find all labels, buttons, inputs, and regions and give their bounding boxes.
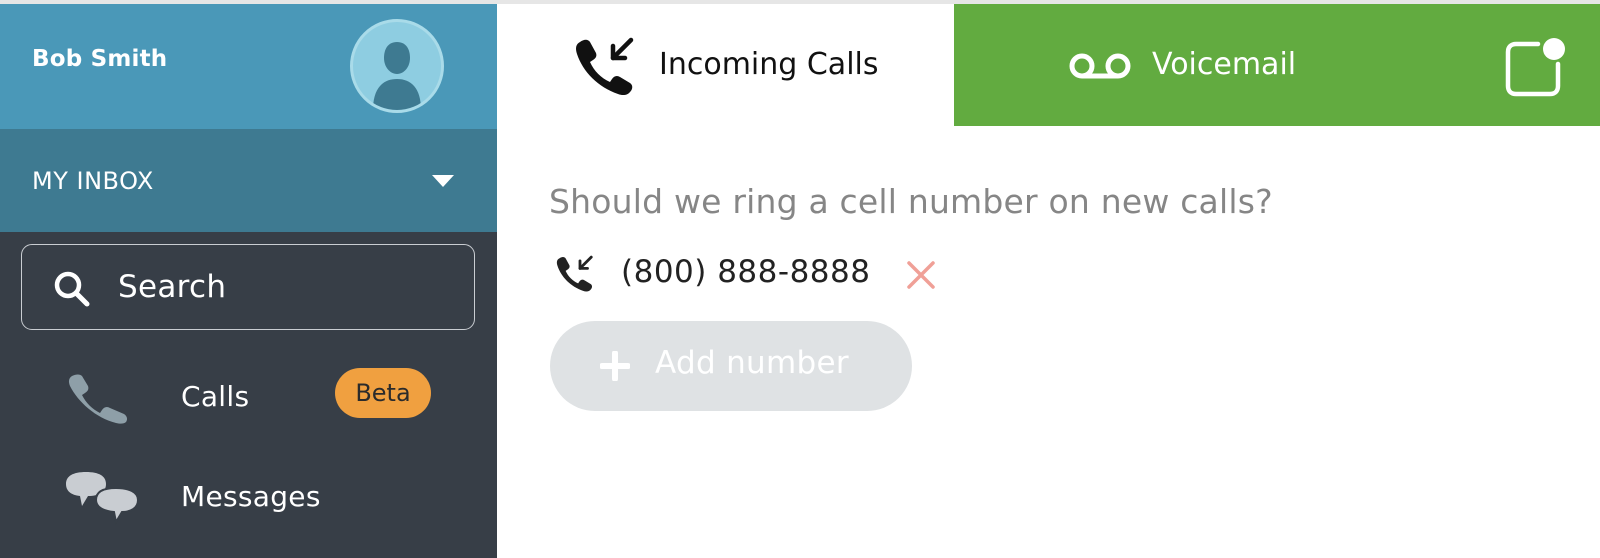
search-input[interactable]: Search — [21, 244, 475, 330]
incoming-call-icon — [556, 255, 593, 292]
user-name: Bob Smith — [32, 46, 168, 72]
add-number-label: Add number — [655, 345, 849, 381]
inbox-label: MY INBOX — [32, 167, 154, 195]
add-number-button[interactable]: Add number — [550, 321, 912, 411]
voicemail-icon — [1069, 53, 1131, 79]
notification-icon[interactable] — [1504, 36, 1568, 98]
incoming-call-icon — [576, 37, 634, 96]
cell-number: (800) 888-8888 — [621, 254, 871, 290]
chevron-down-icon — [432, 175, 454, 187]
sidebar-item-label: Messages — [181, 480, 321, 513]
inbox-selector[interactable]: MY INBOX — [0, 129, 497, 232]
user-header: Bob Smith — [0, 4, 497, 129]
ring-cell-question: Should we ring a cell number on new call… — [549, 182, 1273, 221]
tab-label: Voicemail — [1152, 47, 1297, 82]
user-avatar-icon[interactable] — [350, 19, 444, 113]
close-icon[interactable] — [906, 260, 936, 290]
search-placeholder: Search — [118, 269, 227, 305]
sidebar-item-label: Calls — [181, 380, 250, 413]
sidebar-item-messages[interactable]: Messages — [0, 454, 497, 544]
plus-icon — [600, 351, 630, 381]
tab-incoming-calls[interactable]: Incoming Calls — [497, 4, 954, 126]
beta-badge: Beta — [335, 368, 431, 418]
phone-icon — [68, 374, 128, 424]
tab-label: Incoming Calls — [659, 47, 879, 82]
tab-voicemail[interactable]: Voicemail — [954, 4, 1600, 126]
chat-bubbles-icon — [66, 472, 140, 525]
search-icon — [54, 271, 90, 307]
